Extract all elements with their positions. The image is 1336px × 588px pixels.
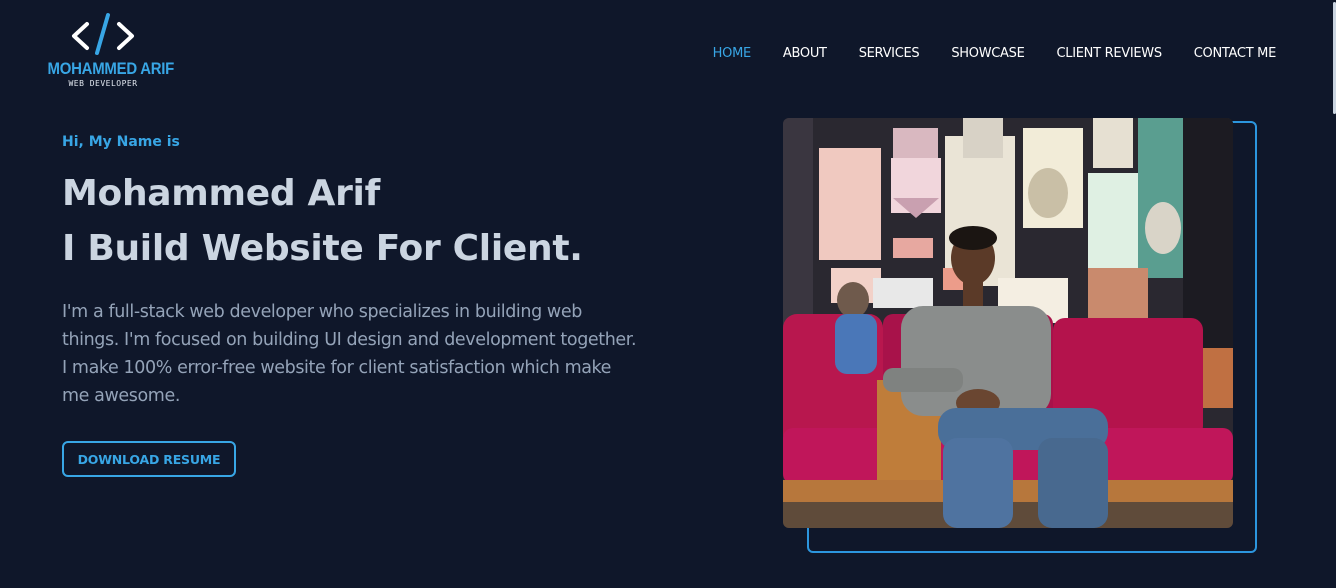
- hero-title-tagline: I Build Website For Client.: [62, 228, 583, 269]
- logo-name: MOHAMMED ARIF: [47, 59, 175, 78]
- site-logo[interactable]: MOHAMMED ARIF WEB DEVELOPER: [40, 12, 175, 94]
- nav-showcase[interactable]: SHOWCASE: [951, 45, 1024, 63]
- hero-title-name: Mohammed Arif: [62, 173, 380, 214]
- nav-home[interactable]: HOME: [713, 45, 752, 63]
- nav-about[interactable]: ABOUT: [783, 45, 827, 63]
- hero-title: Mohammed Arif I Build Website For Client…: [62, 166, 642, 276]
- hero-text: Hi, My Name is Mohammed Arif I Build Web…: [62, 132, 642, 410]
- nav-client-reviews[interactable]: CLIENT REVIEWS: [1057, 45, 1163, 63]
- profile-photo: [783, 118, 1233, 528]
- hero-description: I'm a full-stack web developer who speci…: [62, 302, 637, 406]
- nav-services[interactable]: SERVICES: [859, 45, 920, 63]
- nav-contact-me[interactable]: CONTACT ME: [1194, 45, 1277, 63]
- logo-subtitle: WEB DEVELOPER: [68, 79, 138, 88]
- code-brackets-icon: [72, 13, 134, 55]
- hero-greeting: Hi, My Name is: [62, 134, 180, 150]
- main-nav: HOME ABOUT SERVICES SHOWCASE CLIENT REVI…: [681, 45, 1277, 63]
- download-resume-button[interactable]: DOWNLOAD RESUME: [62, 441, 236, 477]
